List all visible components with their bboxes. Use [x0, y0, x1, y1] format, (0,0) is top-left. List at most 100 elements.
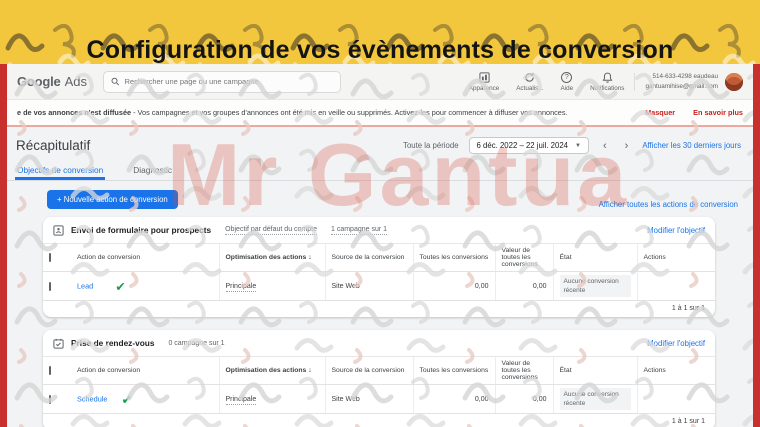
row-checkbox[interactable]	[49, 394, 51, 404]
app-bar: Google Ads Apparence Actualis... ?	[7, 64, 753, 100]
campaigns-count-label: 0 campagne sur 1	[168, 339, 225, 347]
table-header-row: Action de conversion Optimisation des ac…	[43, 356, 715, 386]
col-source[interactable]: Source de la conversion	[324, 243, 413, 272]
select-all-checkbox[interactable]	[49, 366, 51, 376]
banner-title: Configuration de vos évènements de conve…	[86, 35, 674, 64]
account-email: gantuamihise@gmail.com	[645, 82, 718, 90]
appbar-divider	[634, 72, 636, 91]
col-action-de-conversion[interactable]: Action de conversion	[71, 356, 219, 386]
nav-item-aide[interactable]: ? Aide	[560, 71, 574, 92]
period-label: Toute la période	[403, 141, 459, 150]
tab-objectifs-de-conversion[interactable]: Objectifs de conversion	[15, 160, 106, 180]
col-source[interactable]: Source de la conversion	[324, 356, 413, 386]
col-valeur-conversions[interactable]: Valeur de toutes les conversions	[494, 243, 553, 272]
nav-item-actualiser[interactable]: Actualis...	[516, 72, 544, 92]
appearance-icon	[478, 71, 490, 83]
next-period-button[interactable]: ›	[621, 140, 633, 152]
alert-text-bold: e de vos annonces n'est diffusée	[17, 108, 132, 117]
optimisation-value[interactable]: Principale	[225, 282, 257, 292]
optimisation-value[interactable]: Principale	[225, 395, 257, 405]
col-optimisation[interactable]: Optimisation des actions ↓	[218, 243, 325, 272]
alert-text: e de vos annonces n'est diffusée - Vos c…	[17, 108, 568, 117]
edit-goal-link[interactable]: Modifier l'objectif	[647, 339, 705, 348]
screenshot-frame: Google Ads Apparence Actualis... ?	[0, 64, 760, 427]
new-conversion-action-button[interactable]: + Nouvelle action de conversion	[47, 190, 178, 209]
right-red-border	[753, 64, 760, 427]
hide-alert-link[interactable]: Masquer	[645, 108, 675, 117]
tab-diagnostic[interactable]: Diagnostic	[131, 160, 174, 180]
all-conversions-value: 0,00	[412, 384, 495, 414]
conversion-action-link[interactable]: Schedule	[77, 394, 107, 403]
account-phone-name: 514-633-4298 eaudeau	[652, 72, 718, 80]
nav-item-apparence[interactable]: Apparence	[468, 71, 500, 92]
row-actions-cell	[636, 384, 715, 414]
conversion-action-link[interactable]: Lead	[77, 281, 93, 290]
show-last-30-days-link[interactable]: Afficher les 30 derniers jours	[642, 141, 741, 150]
search-box[interactable]	[102, 70, 341, 93]
card-header: Envoi de formulaire pour prospects Objec…	[43, 217, 715, 243]
help-icon: ?	[561, 71, 573, 83]
all-conversions-value: 0,00	[412, 271, 495, 301]
chevron-down-icon: ▼	[575, 142, 581, 149]
page-title: Récapitulatif	[16, 138, 91, 153]
nav-label: Apparence	[468, 84, 500, 92]
account-info: 514-633-4298 eaudeau gantuamihise@gmail.…	[645, 72, 718, 92]
campaigns-count-link[interactable]: 1 campagne sur 1	[331, 226, 388, 235]
card-title: Prise de rendez-vous	[71, 338, 155, 349]
previous-period-button[interactable]: ‹	[599, 140, 611, 152]
row-actions-cell	[636, 271, 715, 301]
table-row: Schedule ✔ Principale Site Web 0,00 0,00 …	[43, 384, 715, 414]
select-all-checkbox[interactable]	[49, 253, 51, 262]
green-checkmark-icon: ✔	[121, 392, 132, 407]
col-valeur-conversions[interactable]: Valeur de toutes les conversions	[494, 356, 553, 386]
nav-item-notifications[interactable]: Notifications	[590, 72, 624, 92]
learn-more-link[interactable]: En savoir plus	[693, 108, 743, 117]
table-header-row: Action de conversion Optimisation des ac…	[43, 243, 715, 272]
source-value: Site Web	[324, 384, 413, 414]
date-range-value: 6 déc. 2022 – 22 juil. 2024	[476, 141, 569, 150]
logo-ads-text: Ads	[64, 74, 87, 89]
main-content: Récapitulatif Toute la période 6 déc. 20…	[7, 127, 753, 427]
google-ads-screen: Google Ads Apparence Actualis... ?	[7, 64, 753, 427]
table-row: Lead ✔ Principale Site Web 0,00 0,00 Aucu…	[43, 271, 715, 301]
col-actions[interactable]: Actions	[636, 243, 715, 272]
col-toutes-conversions[interactable]: Toutes les conversions	[412, 243, 495, 272]
summary-toolbar: Récapitulatif Toute la période 6 déc. 20…	[7, 127, 753, 158]
conversion-table: Action de conversion Optimisation des ac…	[43, 356, 715, 414]
nav-label: Notifications	[590, 84, 625, 92]
col-optimisation[interactable]: Optimisation des actions ↓	[218, 356, 325, 386]
conversions-value: 0,00	[494, 271, 553, 301]
col-etat[interactable]: État	[552, 243, 637, 272]
bell-icon	[602, 72, 613, 83]
alert-text-rest: - Vos campagnes et vos groupes d'annonce…	[131, 108, 568, 117]
col-action-de-conversion[interactable]: Action de conversion	[71, 243, 219, 272]
default-goal-link[interactable]: Objectif par défaut du compte	[225, 226, 317, 235]
lead-form-icon	[53, 224, 64, 236]
col-toutes-conversions[interactable]: Toutes les conversions	[412, 356, 495, 386]
col-actions[interactable]: Actions	[636, 356, 715, 386]
conversions-value: 0,00	[494, 384, 553, 414]
card-header: Prise de rendez-vous 0 campagne sur 1 Mo…	[43, 330, 715, 356]
calendar-check-icon	[53, 338, 64, 349]
date-controls: Toute la période 6 déc. 2022 – 22 juil. …	[403, 137, 741, 154]
sort-descending-icon: ↓	[308, 367, 312, 375]
nav-label: Actualis...	[516, 84, 544, 92]
date-range-picker[interactable]: 6 déc. 2022 – 22 juil. 2024 ▼	[468, 137, 589, 154]
avatar[interactable]	[725, 72, 743, 91]
show-all-conversion-actions-link[interactable]: Afficher toutes les actions de conversio…	[599, 200, 738, 209]
refresh-icon	[525, 72, 535, 82]
tabs: Objectifs de conversion Diagnostic	[7, 160, 753, 181]
alert-bar: e de vos annonces n'est diffusée - Vos c…	[7, 100, 753, 127]
edit-goal-link[interactable]: Modifier l'objectif	[647, 226, 705, 235]
row-checkbox[interactable]	[49, 281, 51, 291]
left-red-border	[0, 64, 7, 427]
nav-label: Aide	[560, 84, 574, 92]
card-prise-de-rendez-vous: Prise de rendez-vous 0 campagne sur 1 Mo…	[43, 330, 715, 427]
card-envoi-formulaire: Envoi de formulaire pour prospects Objec…	[43, 217, 715, 318]
green-checkmark-icon: ✔	[115, 279, 126, 294]
col-etat[interactable]: État	[552, 356, 637, 386]
status-badge: Aucune conversion récente	[559, 388, 631, 411]
actions-row: + Nouvelle action de conversion Afficher…	[7, 181, 753, 214]
pagination: 1 à 1 sur 1	[43, 300, 715, 317]
search-input[interactable]	[124, 77, 333, 86]
